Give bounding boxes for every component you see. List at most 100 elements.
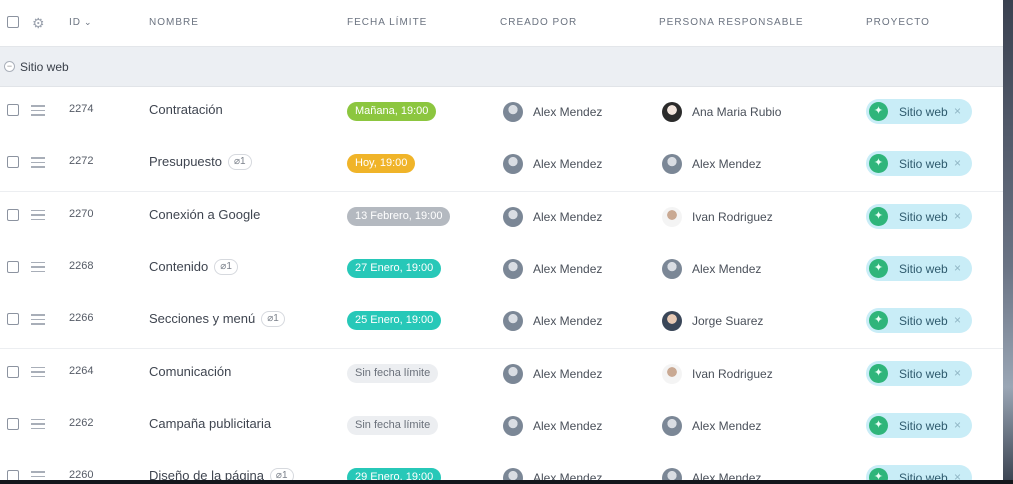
task-table: ⚙ ID ⌄ NOMBRE FECHA LÍMITE CREADO POR PER… <box>0 0 1003 480</box>
task-name[interactable]: Diseño de la página ⌀1 <box>149 468 294 480</box>
avatar <box>503 363 523 384</box>
table-row[interactable]: 2260 Diseño de la página ⌀1 29 Enero, 19:… <box>0 453 1003 480</box>
drag-handle-icon[interactable] <box>31 261 45 276</box>
attachment-badge[interactable]: ⌀1 <box>269 468 294 480</box>
project-chip[interactable]: ✦ Sitio web × <box>866 151 972 177</box>
responsible-name: Ivan Rodriguez <box>692 366 773 381</box>
table-row[interactable]: 2274 Contratación Mañana, 19:00 Alex Men… <box>0 87 1003 140</box>
attachment-badge[interactable]: ⌀1 <box>261 311 285 328</box>
project-icon: ✦ <box>869 154 888 174</box>
column-header-due-date[interactable]: FECHA LÍMITE <box>347 17 427 28</box>
row-checkbox[interactable] <box>7 104 19 116</box>
avatar <box>503 258 523 279</box>
remove-project-icon[interactable]: × <box>954 104 961 118</box>
column-header-responsible[interactable]: PERSONA RESPONSABLE <box>659 17 804 28</box>
avatar <box>662 102 682 122</box>
task-name[interactable]: Contratación <box>149 102 223 117</box>
row-checkbox[interactable] <box>7 365 19 378</box>
project-chip[interactable]: ✦ Sitio web × <box>866 99 972 124</box>
project-icon: ✦ <box>869 415 888 435</box>
due-date-badge[interactable]: 25 Enero, 19:00 <box>347 311 442 331</box>
drag-handle-icon[interactable] <box>31 418 45 433</box>
project-icon: ✦ <box>869 311 888 331</box>
remove-project-icon[interactable]: × <box>954 418 961 432</box>
row-checkbox[interactable] <box>7 156 19 169</box>
project-label: Sitio web <box>899 105 948 119</box>
creator-name: Alex Mendez <box>533 471 603 480</box>
avatar <box>662 415 682 436</box>
row-checkbox[interactable] <box>7 260 19 273</box>
avatar <box>503 206 523 227</box>
project-chip[interactable]: ✦ Sitio web × <box>866 308 972 334</box>
task-id: 2272 <box>69 155 94 168</box>
column-header-project[interactable]: PROYECTO <box>866 17 930 28</box>
table-row[interactable]: 2272 Presupuesto ⌀1 Hoy, 19:00 Alex Mende… <box>0 139 1003 193</box>
row-checkbox[interactable] <box>7 313 19 326</box>
window-bottom-edge <box>0 480 1013 484</box>
project-chip[interactable]: ✦ Sitio web × <box>866 360 972 386</box>
task-name[interactable]: Campaña publicitaria <box>149 416 271 431</box>
task-name[interactable]: Conexión a Google <box>149 207 260 222</box>
row-checkbox[interactable] <box>7 470 19 480</box>
column-header-created-by[interactable]: CREADO POR <box>500 17 577 28</box>
responsible-name: Ana Maria Rubio <box>692 105 782 119</box>
avatar <box>503 415 523 436</box>
project-label: Sitio web <box>899 314 948 329</box>
responsible-name: Alex Mendez <box>692 261 762 276</box>
creator-name: Alex Mendez <box>533 261 603 276</box>
project-icon: ✦ <box>869 363 888 383</box>
remove-project-icon[interactable]: × <box>954 470 961 480</box>
project-icon: ✦ <box>869 468 888 480</box>
responsible-name: Alex Mendez <box>692 157 762 172</box>
drag-handle-icon[interactable] <box>31 471 45 480</box>
remove-project-icon[interactable]: × <box>954 209 961 223</box>
collapse-icon[interactable]: − <box>4 61 15 72</box>
row-checkbox[interactable] <box>7 208 19 221</box>
column-header-name[interactable]: NOMBRE <box>149 17 199 28</box>
due-date-badge[interactable]: Mañana, 19:00 <box>347 102 437 121</box>
attachment-badge[interactable]: ⌀1 <box>228 154 252 171</box>
project-chip[interactable]: ✦ Sitio web × <box>866 203 972 229</box>
task-name[interactable]: Secciones y menú ⌀1 <box>149 311 285 328</box>
drag-handle-icon[interactable] <box>31 157 45 171</box>
task-name[interactable]: Contenido ⌀1 <box>149 258 238 275</box>
drag-handle-icon[interactable] <box>31 366 45 381</box>
table-row[interactable]: 2268 Contenido ⌀1 27 Enero, 19:00 Alex Me… <box>0 243 1003 297</box>
project-chip[interactable]: ✦ Sitio web × <box>866 255 972 281</box>
remove-project-icon[interactable]: × <box>954 366 961 380</box>
remove-project-icon[interactable]: × <box>954 313 961 327</box>
table-row[interactable]: 2266 Secciones y menú ⌀1 25 Enero, 19:00 … <box>0 296 1003 350</box>
table-row[interactable]: 2262 Campaña publicitaria Sin fecha lími… <box>0 400 1003 454</box>
drag-handle-icon[interactable] <box>31 105 45 119</box>
due-date-badge[interactable]: Sin fecha límite <box>347 415 439 435</box>
creator-name: Alex Mendez <box>533 366 603 381</box>
row-checkbox[interactable] <box>7 417 19 430</box>
task-id: 2260 <box>69 469 94 480</box>
task-name[interactable]: Comunicación <box>149 364 231 379</box>
table-row[interactable]: 2270 Conexión a Google 13 Febrero, 19:00… <box>0 191 1003 245</box>
project-label: Sitio web <box>899 157 948 172</box>
due-date-badge[interactable]: Sin fecha límite <box>347 363 439 383</box>
project-label: Sitio web <box>899 418 948 433</box>
select-all-checkbox[interactable] <box>7 16 19 28</box>
avatar <box>662 206 682 227</box>
due-date-badge[interactable]: 13 Febrero, 19:00 <box>347 206 451 226</box>
remove-project-icon[interactable]: × <box>954 261 961 275</box>
attachment-badge[interactable]: ⌀1 <box>214 258 238 275</box>
table-row[interactable]: 2264 Comunicación Sin fecha límite Alex … <box>0 348 1003 402</box>
creator-name: Alex Mendez <box>533 314 603 329</box>
project-chip[interactable]: ✦ Sitio web × <box>866 465 972 480</box>
gear-icon[interactable]: ⚙ <box>32 16 46 30</box>
drag-handle-icon[interactable] <box>31 314 45 328</box>
due-date-badge[interactable]: Hoy, 19:00 <box>347 154 416 174</box>
drag-handle-icon[interactable] <box>31 209 45 224</box>
remove-project-icon[interactable]: × <box>954 156 961 170</box>
column-header-id[interactable]: ID ⌄ <box>69 17 93 28</box>
responsible-name: Jorge Suarez <box>692 314 764 329</box>
task-name[interactable]: Presupuesto ⌀1 <box>149 154 252 171</box>
project-chip[interactable]: ✦ Sitio web × <box>866 412 972 438</box>
avatar <box>503 102 523 122</box>
due-date-badge[interactable]: 29 Enero, 19:00 <box>347 468 442 480</box>
group-header[interactable]: − Sitio web <box>0 47 1003 87</box>
due-date-badge[interactable]: 27 Enero, 19:00 <box>347 258 442 278</box>
